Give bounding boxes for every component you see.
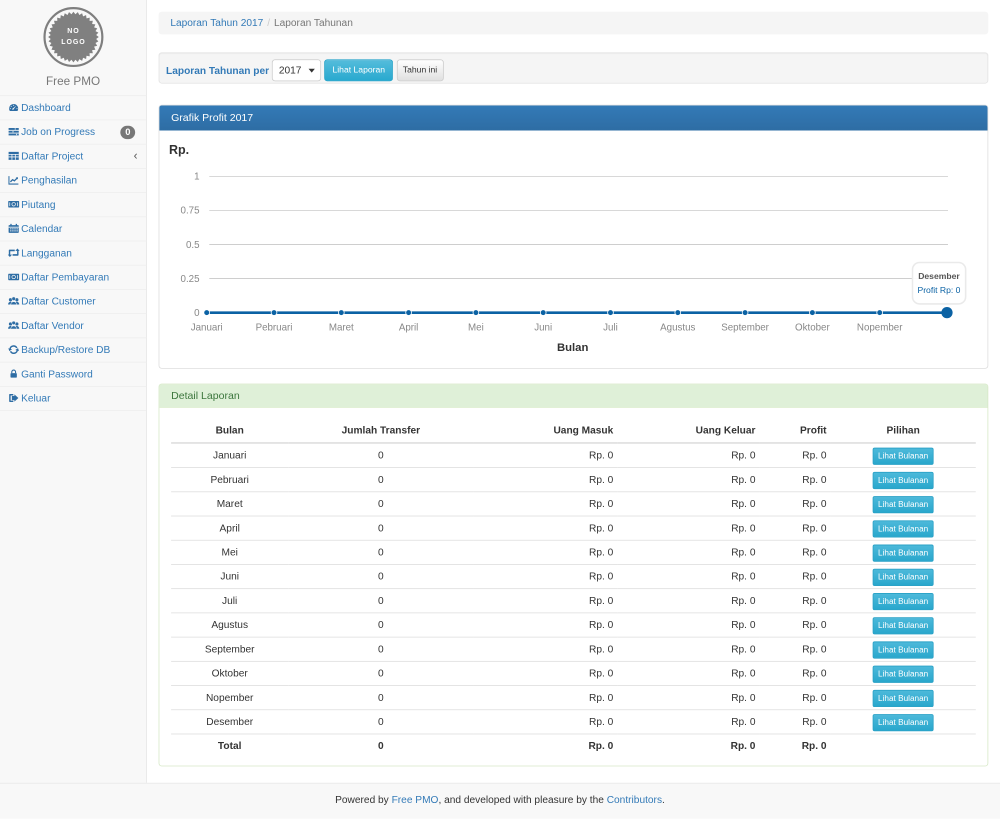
svg-text:Januari: Januari (191, 322, 223, 333)
svg-text:Rp.: Rp. (169, 143, 189, 157)
svg-text:1: 1 (194, 171, 199, 182)
svg-text:0.5: 0.5 (186, 240, 200, 251)
svg-text:Maret: Maret (329, 322, 354, 333)
svg-text:Oktober: Oktober (795, 322, 830, 333)
svg-text:April: April (399, 322, 419, 333)
svg-text:0: 0 (194, 308, 200, 319)
svg-text:NO: NO (67, 28, 79, 35)
svg-text:0.25: 0.25 (181, 274, 201, 285)
svg-text:Bulan: Bulan (557, 342, 589, 354)
svg-text:Mei: Mei (468, 322, 484, 333)
svg-text:Agustus: Agustus (660, 322, 695, 333)
svg-text:Juli: Juli (603, 322, 618, 333)
svg-text:0.75: 0.75 (181, 206, 201, 217)
svg-text:Juni: Juni (534, 322, 552, 333)
svg-text:LOGO: LOGO (61, 39, 85, 46)
svg-text:September: September (721, 322, 769, 333)
svg-text:Pebruari: Pebruari (256, 322, 293, 333)
svg-text:Nopember: Nopember (857, 322, 903, 333)
